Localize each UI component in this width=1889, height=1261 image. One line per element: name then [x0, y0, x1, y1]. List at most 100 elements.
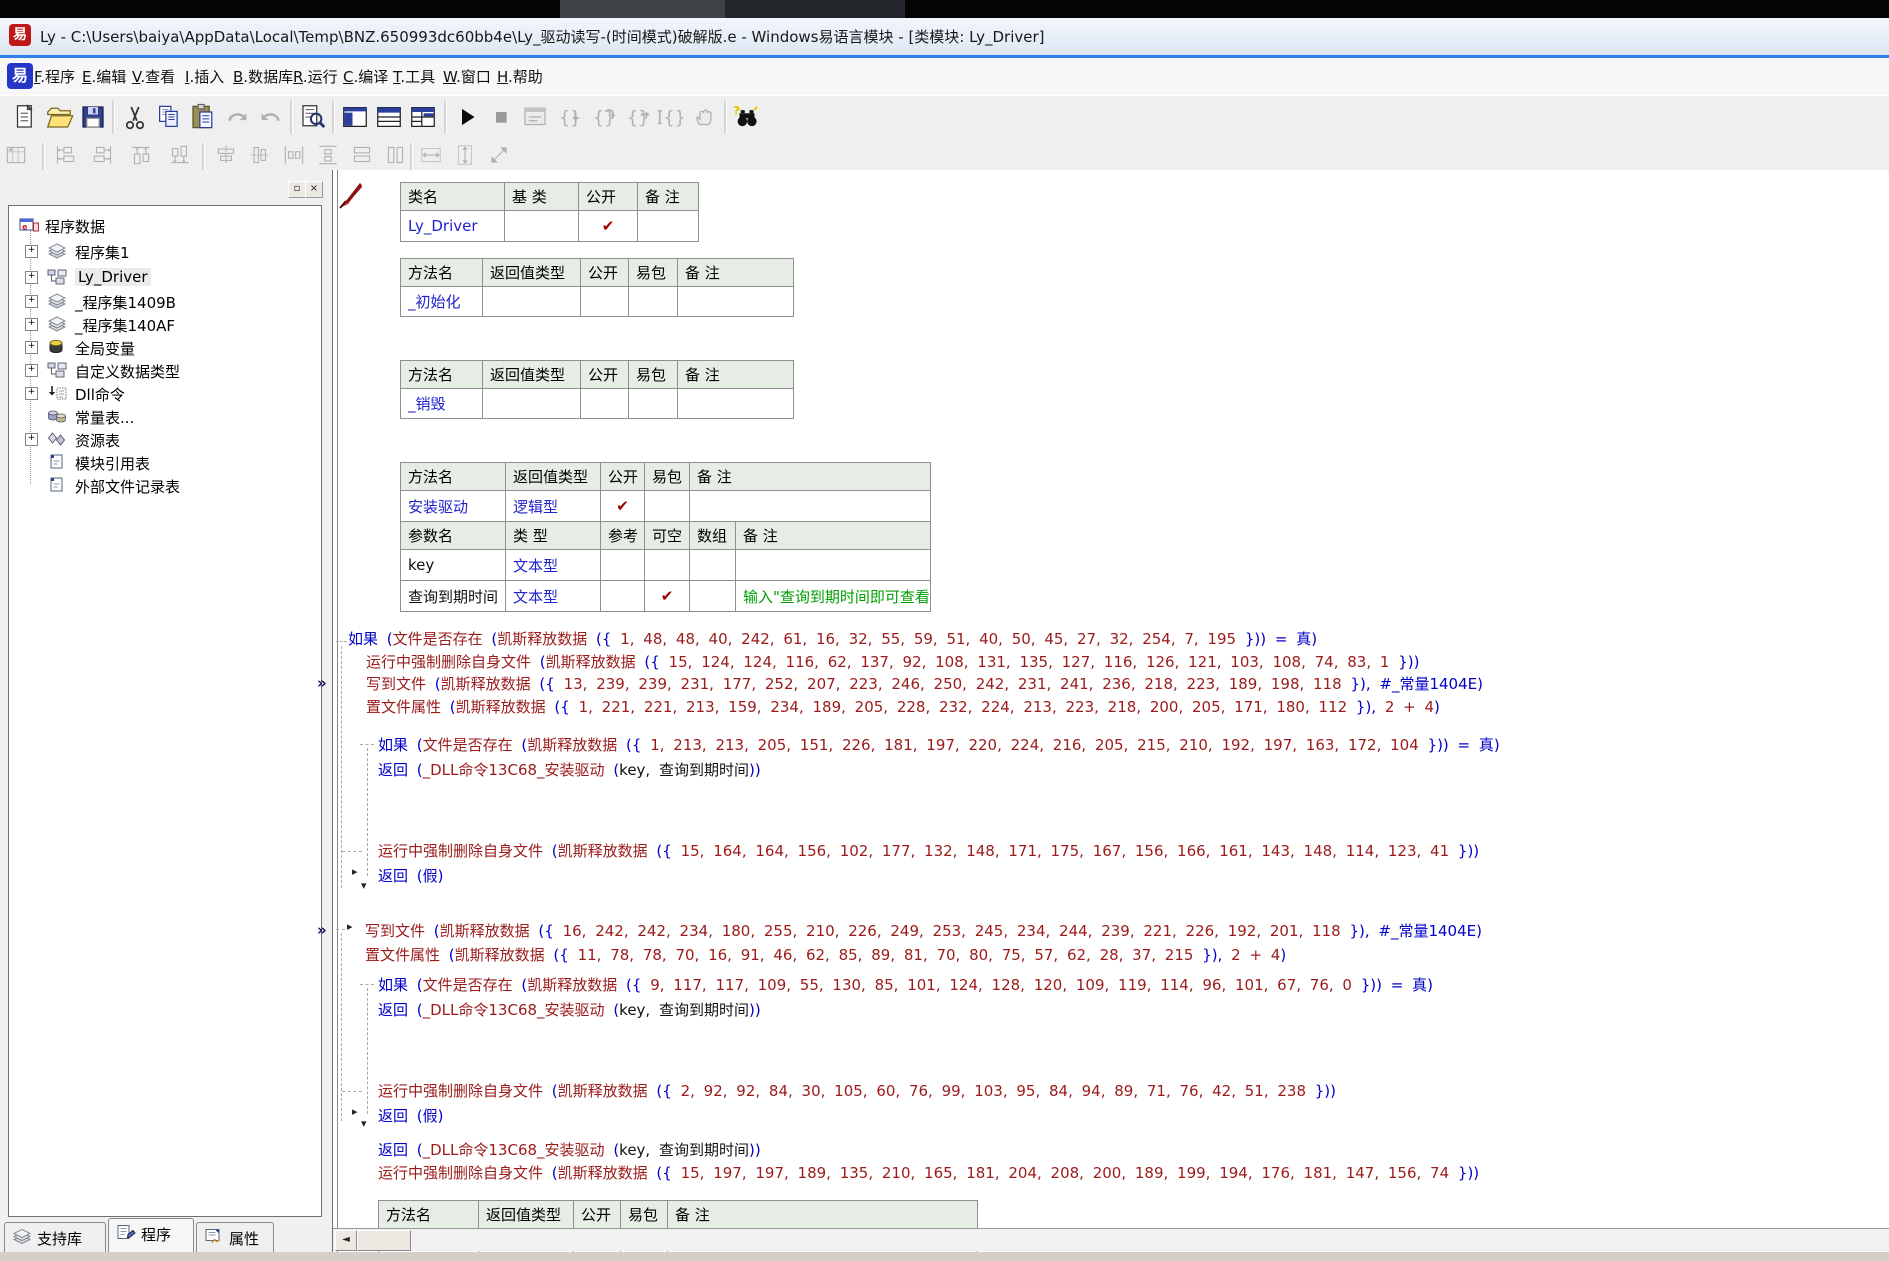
tree-expander-icon[interactable]: + — [25, 433, 38, 446]
tree-expander-icon[interactable]: + — [25, 341, 38, 354]
table-cell[interactable]: 输入"查询到期时间即可查看 — [736, 581, 931, 612]
table-cell[interactable] — [629, 287, 678, 317]
table-cell[interactable]: 安装驱动 — [401, 491, 506, 522]
float-panel-button[interactable]: ▫ — [288, 181, 306, 198]
scrollbar-thumb[interactable] — [357, 1230, 411, 1251]
code-line-7[interactable]: 运行中强制删除自身文件 (凯斯释放数据 ({ 15, 164, 164, 156… — [378, 843, 1479, 860]
table-cell[interactable] — [483, 389, 581, 419]
table-cell[interactable] — [690, 581, 736, 612]
menu-item-C[interactable]: C.编译 — [343, 66, 388, 87]
menu-item-V[interactable]: V.查看 — [132, 66, 175, 87]
menu-item-W[interactable]: W.窗口 — [443, 66, 491, 87]
tree-item-常量表[interactable]: 常量表... — [9, 406, 309, 426]
tree-item-Dll命令[interactable]: +Dll命令 — [9, 383, 309, 403]
toolbar-button-layout-split-vertical[interactable] — [340, 102, 370, 132]
menu-item-F[interactable]: F.程序 — [34, 66, 75, 87]
toolbar-button-size-width[interactable] — [418, 142, 444, 168]
table-cell[interactable]: Ly_Driver — [401, 211, 505, 242]
code-line-13[interactable]: 运行中强制删除自身文件 (凯斯释放数据 ({ 2, 92, 92, 84, 30… — [378, 1083, 1336, 1100]
toolbar-button-save-file[interactable] — [78, 102, 108, 132]
tree-expander-icon[interactable]: + — [25, 364, 38, 377]
tree-expander-icon[interactable]: + — [25, 245, 38, 258]
toolbar-button-step-out[interactable]: {} — [622, 102, 652, 132]
toolbar-button-help-search[interactable]: ? — [732, 102, 762, 132]
toolbar-button-debug-window[interactable] — [520, 102, 550, 132]
code-line-12[interactable]: 返回 (_DLL命令13C68_安装驱动 (key, 查询到期时间)) — [378, 1002, 761, 1019]
toolbar-button-find[interactable] — [298, 102, 328, 132]
table-cell[interactable]: ✔ — [601, 491, 645, 522]
table-cell[interactable] — [690, 491, 931, 522]
table-cell[interactable] — [638, 211, 699, 242]
table-cell[interactable] — [690, 550, 736, 581]
table-cell[interactable]: key — [401, 550, 506, 581]
toolbar-button-center-horizontal[interactable] — [213, 142, 239, 168]
table-cell[interactable]: ✔ — [645, 581, 690, 612]
toolbar-button-size-both[interactable] — [486, 142, 512, 168]
tree-item-_程序集140AF[interactable]: +_程序集140AF — [9, 314, 309, 334]
toolbar-button-align-right[interactable] — [90, 142, 116, 168]
table-cell[interactable] — [601, 550, 645, 581]
toolbar-button-redo[interactable] — [222, 102, 252, 132]
code-line-2[interactable]: 运行中强制删除自身文件 (凯斯释放数据 ({ 15, 124, 124, 116… — [366, 654, 1419, 671]
toolbar-button-layout-grid[interactable] — [408, 102, 438, 132]
toolbar-button-space-across[interactable] — [281, 142, 307, 168]
table-cell[interactable] — [581, 287, 629, 317]
table-cell[interactable]: 文本型 — [506, 581, 601, 612]
tree-item-Ly_Driver[interactable]: +Ly_Driver — [9, 267, 309, 287]
table-cell[interactable] — [505, 211, 579, 242]
table-cell[interactable] — [736, 550, 931, 581]
bookmark-icon[interactable]: » — [317, 921, 327, 939]
code-line-6[interactable]: 返回 (_DLL命令13C68_安装驱动 (key, 查询到期时间)) — [378, 762, 761, 779]
tree-expander-icon[interactable]: + — [25, 295, 38, 308]
table-cell[interactable] — [581, 389, 629, 419]
tree-item-模块引用表[interactable]: 模块引用表 — [9, 452, 309, 472]
toolbar-button-size-height[interactable] — [452, 142, 478, 168]
tree-expander-icon[interactable]: + — [25, 318, 38, 331]
toolbar-button-paste[interactable] — [188, 102, 218, 132]
table-cell[interactable]: 文本型 — [506, 550, 601, 581]
toolbar-button-space-down[interactable] — [315, 142, 341, 168]
table-cell[interactable]: 查询到期时间 — [401, 581, 506, 612]
toolbar-button-stop[interactable] — [486, 102, 516, 132]
code-line-15[interactable]: 返回 (_DLL命令13C68_安装驱动 (key, 查询到期时间)) — [378, 1142, 761, 1159]
code-line-16[interactable]: 运行中强制删除自身文件 (凯斯释放数据 ({ 15, 197, 197, 189… — [378, 1165, 1479, 1182]
code-line-4[interactable]: 置文件属性 (凯斯释放数据 ({ 1, 221, 221, 213, 159, … — [366, 699, 1440, 716]
toolbar-button-copy[interactable] — [154, 102, 184, 132]
panel-tab-程序[interactable]: 程序 — [108, 1218, 194, 1253]
menu-item-H[interactable]: H.帮助 — [497, 66, 543, 87]
toolbar-button-layout-split-horizontal[interactable] — [374, 102, 404, 132]
code-line-3[interactable]: 写到文件 (凯斯释放数据 ({ 13, 239, 239, 231, 177, … — [366, 676, 1483, 693]
table-cell[interactable] — [483, 287, 581, 317]
toolbar-button-pause[interactable] — [690, 102, 720, 132]
code-line-10[interactable]: 置文件属性 (凯斯释放数据 ({ 11, 78, 78, 70, 16, 91,… — [365, 947, 1286, 964]
toolbar-button-step-over[interactable]: {} — [588, 102, 618, 132]
table-cell[interactable]: _销毁 — [401, 389, 483, 419]
tree-item-自定义数据类型[interactable]: +自定义数据类型 — [9, 360, 309, 380]
scroll-left-button[interactable]: ◄ — [335, 1230, 357, 1251]
code-line-8[interactable]: 返回 (假) — [378, 868, 443, 885]
horizontal-scrollbar[interactable]: ◄ — [333, 1228, 1889, 1251]
toolbar-button-cut[interactable] — [120, 102, 150, 132]
table-cell[interactable] — [678, 389, 794, 419]
menu-item-B[interactable]: B.数据库 — [233, 66, 293, 87]
panel-splitter[interactable] — [325, 170, 332, 1252]
tree-item-外部文件记录表[interactable]: 外部文件记录表 — [9, 475, 309, 495]
close-panel-button[interactable]: × — [305, 181, 323, 198]
menu-item-R[interactable]: R.运行 — [293, 66, 338, 87]
table-cell[interactable] — [645, 491, 690, 522]
tree-item-程序数据[interactable]: e程序数据 — [9, 215, 309, 235]
table-cell[interactable] — [678, 287, 794, 317]
panel-tab-属性[interactable]: 属性 — [196, 1222, 274, 1253]
toolbar-button-form-grid[interactable] — [3, 142, 29, 168]
code-line-1[interactable]: 如果 (文件是否存在 (凯斯释放数据 ({ 1, 48, 48, 40, 242… — [348, 631, 1317, 648]
table-cell[interactable] — [629, 389, 678, 419]
toolbar-button-run-to-cursor[interactable]: {} — [656, 102, 686, 132]
panel-tab-支持库[interactable]: 支持库 — [4, 1222, 106, 1253]
toolbar-button-open-file[interactable] — [44, 102, 74, 132]
toolbar-button-step-into[interactable]: {} — [554, 102, 584, 132]
toolbar-button-align-top[interactable] — [128, 142, 154, 168]
table-cell[interactable]: ✔ — [579, 211, 638, 242]
toolbar-button-center-vertical[interactable] — [247, 142, 273, 168]
code-line-5[interactable]: 如果 (文件是否存在 (凯斯释放数据 ({ 1, 213, 213, 205, … — [378, 737, 1500, 754]
toolbar-button-same-width[interactable] — [349, 142, 375, 168]
